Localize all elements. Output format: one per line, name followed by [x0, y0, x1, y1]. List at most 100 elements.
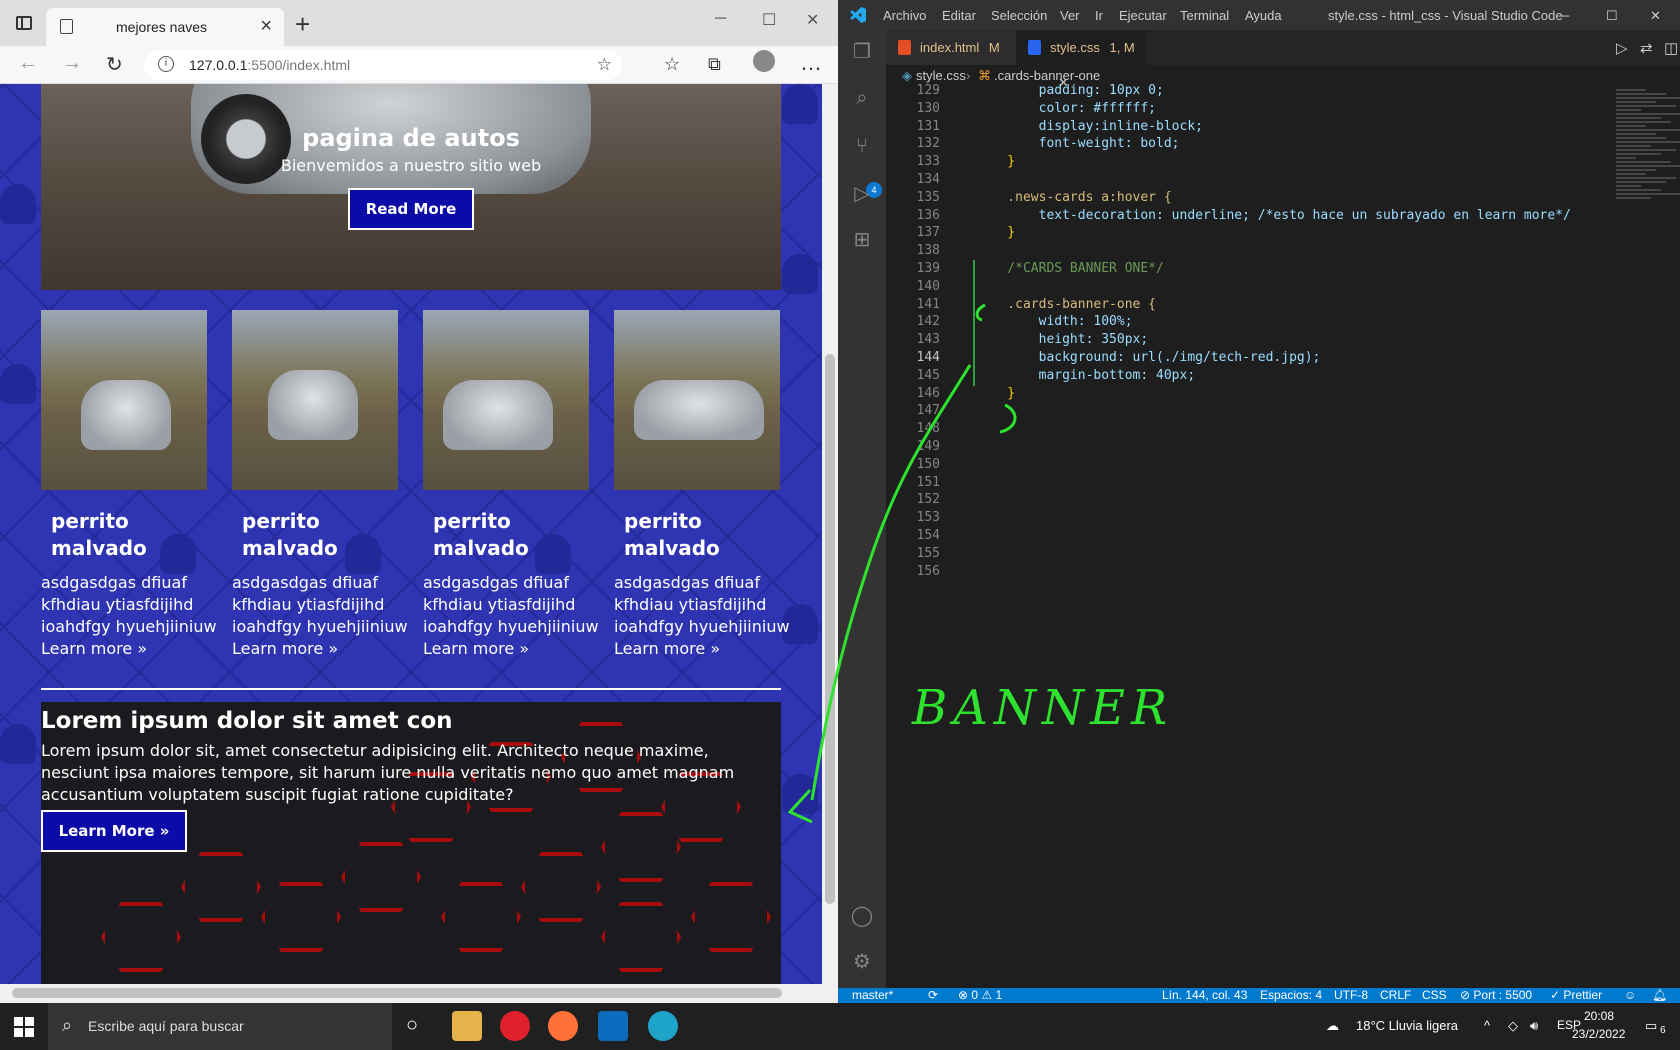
code-line[interactable]: /*CARDS BANNER ONE*/: [976, 261, 1164, 276]
language-mode[interactable]: CSS: [1422, 988, 1447, 1003]
browser-tab[interactable]: mejores naves ×: [46, 8, 284, 46]
minimap[interactable]: [1616, 87, 1680, 357]
weather-icon[interactable]: ☁: [1326, 1018, 1339, 1034]
tab-label: style.css: [1050, 40, 1100, 55]
maximize-icon[interactable]: ☐: [762, 10, 776, 30]
url-field[interactable]: i 127.0.0.1:5500/index.html ☆: [144, 50, 622, 80]
close-window-icon[interactable]: ✕: [1650, 8, 1661, 24]
task-view-icon[interactable]: ○: [406, 1014, 418, 1037]
back-icon[interactable]: ←: [18, 52, 38, 75]
notifications-icon[interactable]: ▭: [1645, 1018, 1657, 1034]
chevron-right-icon: ›: [966, 68, 971, 83]
volume-icon[interactable]: 🔊︎: [1530, 1018, 1538, 1034]
bell-icon[interactable]: 🔔︎: [1652, 988, 1667, 1003]
menu-terminal[interactable]: Terminal: [1180, 8, 1229, 23]
learn-more-link[interactable]: Learn more »: [232, 638, 400, 660]
code-line[interactable]: }: [976, 386, 1015, 401]
taskbar-search[interactable]: ⌕ Escribe aquí para buscar: [48, 1003, 392, 1050]
account-icon[interactable]: ◯: [850, 904, 874, 928]
sync-icon[interactable]: ⟳: [928, 988, 938, 1003]
code-line[interactable]: background: url(./img/tech-red.jpg);: [976, 350, 1321, 365]
clock-date[interactable]: 23/2/2022: [1572, 1027, 1625, 1041]
minimize-icon[interactable]: ─: [1560, 8, 1569, 23]
gear-icon[interactable]: ⚙: [850, 950, 874, 974]
problems-indicator[interactable]: ⊗ 0 ⚠ 1: [958, 988, 1002, 1003]
code-line[interactable]: height: 350px;: [976, 332, 1149, 347]
live-server-port[interactable]: ⊘ Port : 5500: [1460, 988, 1532, 1003]
code-line[interactable]: width: 100%;: [976, 314, 1133, 329]
horizontal-scrollbar[interactable]: [0, 984, 838, 1003]
learn-more-link[interactable]: Learn more »: [41, 638, 209, 660]
code-line[interactable]: text-decoration: underline; /*esto hace …: [976, 208, 1571, 223]
source-control-icon[interactable]: ⑂: [850, 134, 874, 158]
cursor-position[interactable]: Lín. 144, col. 43: [1162, 988, 1247, 1003]
windows-start-icon[interactable]: [14, 1017, 34, 1037]
menu-dots-icon[interactable]: …: [800, 50, 822, 76]
extensions-icon[interactable]: ⊞: [850, 228, 874, 252]
banner-title: Lorem ipsum dolor sit amet con: [41, 708, 453, 734]
search-icon[interactable]: ⌕: [850, 86, 874, 110]
favorites-icon[interactable]: ☆: [664, 54, 680, 75]
file-explorer-icon[interactable]: [452, 1011, 482, 1041]
indentation[interactable]: Espacios: 4: [1260, 988, 1322, 1003]
tab-actions-icon[interactable]: [16, 16, 32, 30]
firefox-icon[interactable]: [548, 1011, 578, 1041]
menu-seleccion[interactable]: Selección: [991, 8, 1047, 23]
code-line[interactable]: }: [976, 225, 1015, 240]
tray-chevron-icon[interactable]: ^: [1484, 1018, 1490, 1033]
feedback-icon[interactable]: ☺: [1624, 988, 1636, 1003]
code-line[interactable]: color: #ffffff;: [976, 101, 1156, 116]
code-line[interactable]: display:inline-block;: [976, 119, 1203, 134]
menu-archivo[interactable]: Archivo: [883, 8, 926, 23]
profile-avatar[interactable]: [753, 50, 775, 72]
vertical-scrollbar[interactable]: [822, 84, 838, 984]
menu-ir[interactable]: Ir: [1095, 8, 1103, 23]
line-number: 135: [916, 189, 940, 205]
menu-editar[interactable]: Editar: [942, 8, 976, 23]
compare-icon[interactable]: ⇄: [1640, 39, 1653, 57]
code-line[interactable]: .cards-banner-one {: [976, 297, 1156, 312]
read-more-button[interactable]: Read More: [348, 188, 474, 230]
maximize-icon[interactable]: ☐: [1606, 8, 1618, 24]
weather-text[interactable]: 18°C Lluvia ligera: [1356, 1018, 1458, 1033]
tab-index-html[interactable]: index.html M: [886, 30, 1016, 65]
tab-style-css[interactable]: style.css 1, M ✕: [1016, 30, 1146, 90]
code-line[interactable]: font-weight: bold;: [976, 136, 1180, 151]
menu-ejecutar[interactable]: Ejecutar: [1119, 8, 1167, 23]
learn-more-link[interactable]: Learn more »: [423, 638, 591, 660]
site-info-icon[interactable]: i: [158, 56, 174, 72]
learn-more-button[interactable]: Learn More »: [41, 810, 187, 852]
close-tab-icon[interactable]: ×: [260, 15, 272, 38]
breadcrumb-file[interactable]: style.css: [916, 68, 966, 83]
refresh-icon[interactable]: ↻: [106, 52, 123, 77]
code-editor[interactable]: 129 padding: 10px 0; 130 color: #ffffff; 1…: [886, 83, 1680, 988]
run-debug-icon[interactable]: ▷: [850, 182, 874, 206]
code-line[interactable]: padding: 10px 0;: [976, 83, 1164, 98]
new-tab-icon[interactable]: +: [295, 9, 310, 40]
prettier-status[interactable]: ✓ Prettier: [1550, 988, 1602, 1003]
forward-icon[interactable]: →: [62, 52, 82, 75]
code-line[interactable]: }: [976, 154, 1015, 169]
menu-ayuda[interactable]: Ayuda: [1245, 8, 1282, 23]
network-icon[interactable]: ◇: [1508, 1018, 1518, 1034]
code-line[interactable]: margin-bottom: 40px;: [976, 368, 1196, 383]
run-icon[interactable]: ▷: [1616, 39, 1628, 57]
encoding[interactable]: UTF-8: [1334, 988, 1368, 1003]
vscode-taskbar-icon[interactable]: [598, 1011, 628, 1041]
collections-icon[interactable]: ⧉: [708, 54, 721, 75]
edge-icon[interactable]: [648, 1011, 678, 1041]
explorer-icon[interactable]: ❐: [850, 40, 874, 64]
opera-icon[interactable]: [500, 1011, 530, 1041]
clock-time[interactable]: 20:08: [1584, 1009, 1614, 1023]
line-number: 142: [916, 314, 940, 330]
line-ending[interactable]: CRLF: [1380, 988, 1411, 1003]
code-line[interactable]: .news-cards a:hover {: [976, 190, 1171, 205]
add-favorite-icon[interactable]: ☆: [597, 55, 612, 75]
close-window-icon[interactable]: ✕: [806, 10, 819, 30]
breadcrumb-symbol[interactable]: .cards-banner-one: [994, 68, 1100, 83]
split-editor-icon[interactable]: ◫: [1664, 39, 1678, 57]
branch-indicator[interactable]: master*: [852, 988, 893, 1003]
minimize-icon[interactable]: ─: [715, 10, 726, 28]
learn-more-link[interactable]: Learn more »: [614, 638, 782, 660]
menu-ver[interactable]: Ver: [1060, 8, 1080, 23]
